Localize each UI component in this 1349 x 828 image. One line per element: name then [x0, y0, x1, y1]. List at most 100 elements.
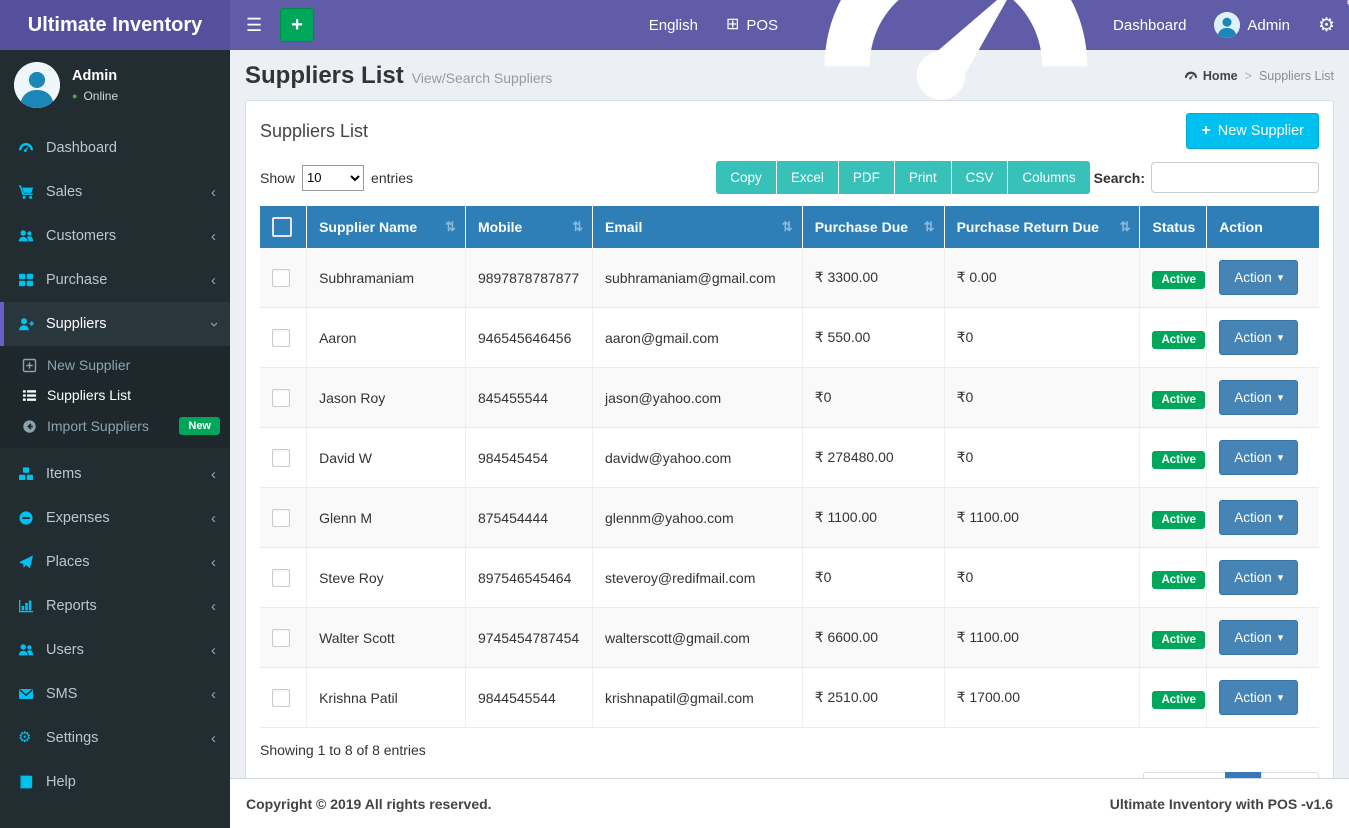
sidebar-item-sales[interactable]: Sales ‹ [0, 170, 230, 214]
row-select-cell [260, 607, 308, 668]
table-header-row: Supplier Name ⇅ Mobile ⇅ Email ⇅ Purchase D… [260, 206, 1319, 248]
row-checkbox[interactable] [272, 508, 290, 527]
chevron-left-icon: ‹ [211, 183, 216, 201]
quick-add-button[interactable]: + [280, 8, 315, 42]
sidebar-item-dashboard[interactable]: Dashboard [0, 126, 230, 170]
panel-title: Suppliers List [260, 120, 369, 141]
sidebar-item-expenses[interactable]: Expenses ‹ [0, 496, 230, 540]
app-logo[interactable]: Ultimate Inventory [0, 0, 230, 50]
breadcrumb-home[interactable]: Home [1184, 69, 1238, 83]
email-cell: krishnapatil@gmail.com [592, 667, 803, 728]
mobile-cell: 875454444 [465, 487, 594, 548]
sidebar-item-sms[interactable]: SMS ‹ [0, 672, 230, 716]
chevron-left-icon: ‹ [211, 641, 216, 659]
col-purchase-return-due[interactable]: Purchase Return Due ⇅ [944, 206, 1141, 248]
table-row: Jason Roy 845455544 jason@yahoo.com ₹0 ₹… [260, 367, 1319, 428]
caret-down-icon: ▾ [1277, 572, 1284, 584]
sidebar-item-items[interactable]: Items ‹ [0, 452, 230, 496]
select-all-header [260, 206, 308, 248]
purchase-due-cell: ₹ 550.00 [802, 307, 945, 368]
status-cell: Active [1139, 667, 1208, 728]
row-checkbox[interactable] [272, 568, 290, 587]
purchase-return-due-cell: ₹ 1700.00 [944, 667, 1141, 728]
col-supplier-name[interactable]: Supplier Name ⇅ [306, 206, 466, 248]
row-checkbox[interactable] [272, 688, 290, 707]
sidebar-item-settings[interactable]: ⚙ Settings ‹ [0, 716, 230, 760]
sidebar-item-customers[interactable]: Customers ‹ [0, 214, 230, 258]
action-button[interactable]: Action ▾ [1219, 260, 1299, 295]
envelope-icon [18, 686, 34, 702]
sidebar-item-import-suppliers[interactable]: Import Suppliers New [0, 410, 230, 442]
sidebar-item-users[interactable]: Users ‹ [0, 628, 230, 672]
action-button[interactable]: Action ▾ [1219, 680, 1299, 715]
email-cell: subhramaniam@gmail.com [592, 248, 803, 308]
row-checkbox[interactable] [272, 628, 290, 647]
status-cell: Active [1139, 487, 1208, 548]
home-icon [1184, 69, 1198, 83]
nav-user-menu[interactable]: Admin [1200, 0, 1304, 50]
table-row: David W 984545454 davidw@yahoo.com ₹ 278… [260, 427, 1319, 488]
purchase-due-cell: ₹ 2510.00 [802, 667, 945, 728]
sidebar: Admin ● Online Dashboard Sales ‹ Customers… [0, 50, 230, 828]
sidebar-item-suppliers-list[interactable]: Suppliers List [0, 380, 230, 410]
action-button[interactable]: Action ▾ [1219, 440, 1299, 475]
status-badge: Active [1152, 330, 1206, 349]
bar-chart-icon [18, 598, 34, 614]
online-dot-icon: ● [72, 90, 78, 101]
sidebar-item-purchase[interactable]: Purchase ‹ [0, 258, 230, 302]
action-button[interactable]: Action ▾ [1219, 380, 1299, 415]
row-checkbox[interactable] [272, 268, 290, 287]
select-all-checkbox[interactable] [272, 217, 292, 237]
nav-dashboard[interactable]: Dashboard [792, 0, 1200, 100]
action-button[interactable]: Action ▾ [1219, 560, 1299, 595]
dashboard-icon [806, 0, 1106, 175]
col-mobile[interactable]: Mobile ⇅ [465, 206, 594, 248]
sort-icon: ⇅ [781, 219, 793, 234]
suppliers-panel: Suppliers List + New Supplier Show 10 ent… [245, 100, 1334, 778]
page-length-select[interactable]: 10 [302, 164, 365, 191]
sidebar-toggle-icon[interactable]: ☰ [230, 0, 278, 50]
nav-pos[interactable]: ⊞ POS [712, 0, 792, 50]
sidebar-menu: Dashboard Sales ‹ Customers ‹ Purchase ‹ Su… [0, 126, 230, 346]
col-status[interactable]: Status [1139, 206, 1208, 248]
action-button[interactable]: Action ▾ [1219, 620, 1299, 655]
row-checkbox[interactable] [272, 388, 290, 407]
cart-icon [18, 184, 34, 200]
caret-down-icon: ▾ [1277, 452, 1284, 464]
row-checkbox[interactable] [272, 328, 290, 347]
table-row: Krishna Patil 9844545544 krishnapatil@gm… [260, 667, 1319, 728]
sidebar-item-new-supplier[interactable]: New Supplier [0, 350, 230, 380]
grid-icon [18, 272, 34, 288]
nav-language[interactable]: English [635, 0, 712, 50]
top-navbar: Ultimate Inventory ☰ + English ⊞ POS Dash… [0, 0, 1349, 100]
col-action[interactable]: Action [1206, 206, 1319, 248]
table-row: Glenn M 875454444 glennm@yahoo.com ₹ 110… [260, 487, 1319, 548]
col-email[interactable]: Email ⇅ [592, 206, 803, 248]
panel-header: Suppliers List + New Supplier [260, 113, 1319, 149]
table-footer: Showing 1 to 8 of 8 entries Previous 1 N… [260, 742, 1319, 778]
new-supplier-button[interactable]: + New Supplier [1186, 113, 1319, 149]
plus-icon: + [1201, 122, 1211, 139]
sidebar-item-suppliers[interactable]: Suppliers ‹ [0, 302, 230, 346]
action-cell: Action ▾ [1206, 667, 1319, 728]
row-select-cell [260, 547, 308, 608]
supplier-name-cell: Steve Roy [306, 547, 466, 608]
table-info: Showing 1 to 8 of 8 entries [260, 742, 426, 758]
sidebar-item-help[interactable]: Help [0, 760, 230, 804]
paper-plane-icon [18, 554, 34, 570]
sidebar-item-reports[interactable]: Reports ‹ [0, 584, 230, 628]
col-purchase-due[interactable]: Purchase Due ⇅ [802, 206, 945, 248]
sidebar-item-places[interactable]: Places ‹ [0, 540, 230, 584]
mobile-cell: 897546545464 [465, 547, 594, 608]
email-cell: steveroy@redifmail.com [592, 547, 803, 608]
search-input[interactable] [1151, 162, 1319, 193]
action-button[interactable]: Action ▾ [1219, 500, 1299, 535]
row-checkbox[interactable] [272, 448, 290, 467]
user-plus-icon [18, 316, 34, 332]
user-avatar [14, 62, 60, 108]
action-button[interactable]: Action ▾ [1219, 320, 1299, 355]
export-copy-button[interactable]: Copy [716, 161, 777, 194]
purchase-return-due-cell: ₹0 [944, 307, 1141, 368]
nav-settings[interactable]: ⚙⚙ [1304, 0, 1349, 50]
mobile-cell: 946545646456 [465, 307, 594, 368]
